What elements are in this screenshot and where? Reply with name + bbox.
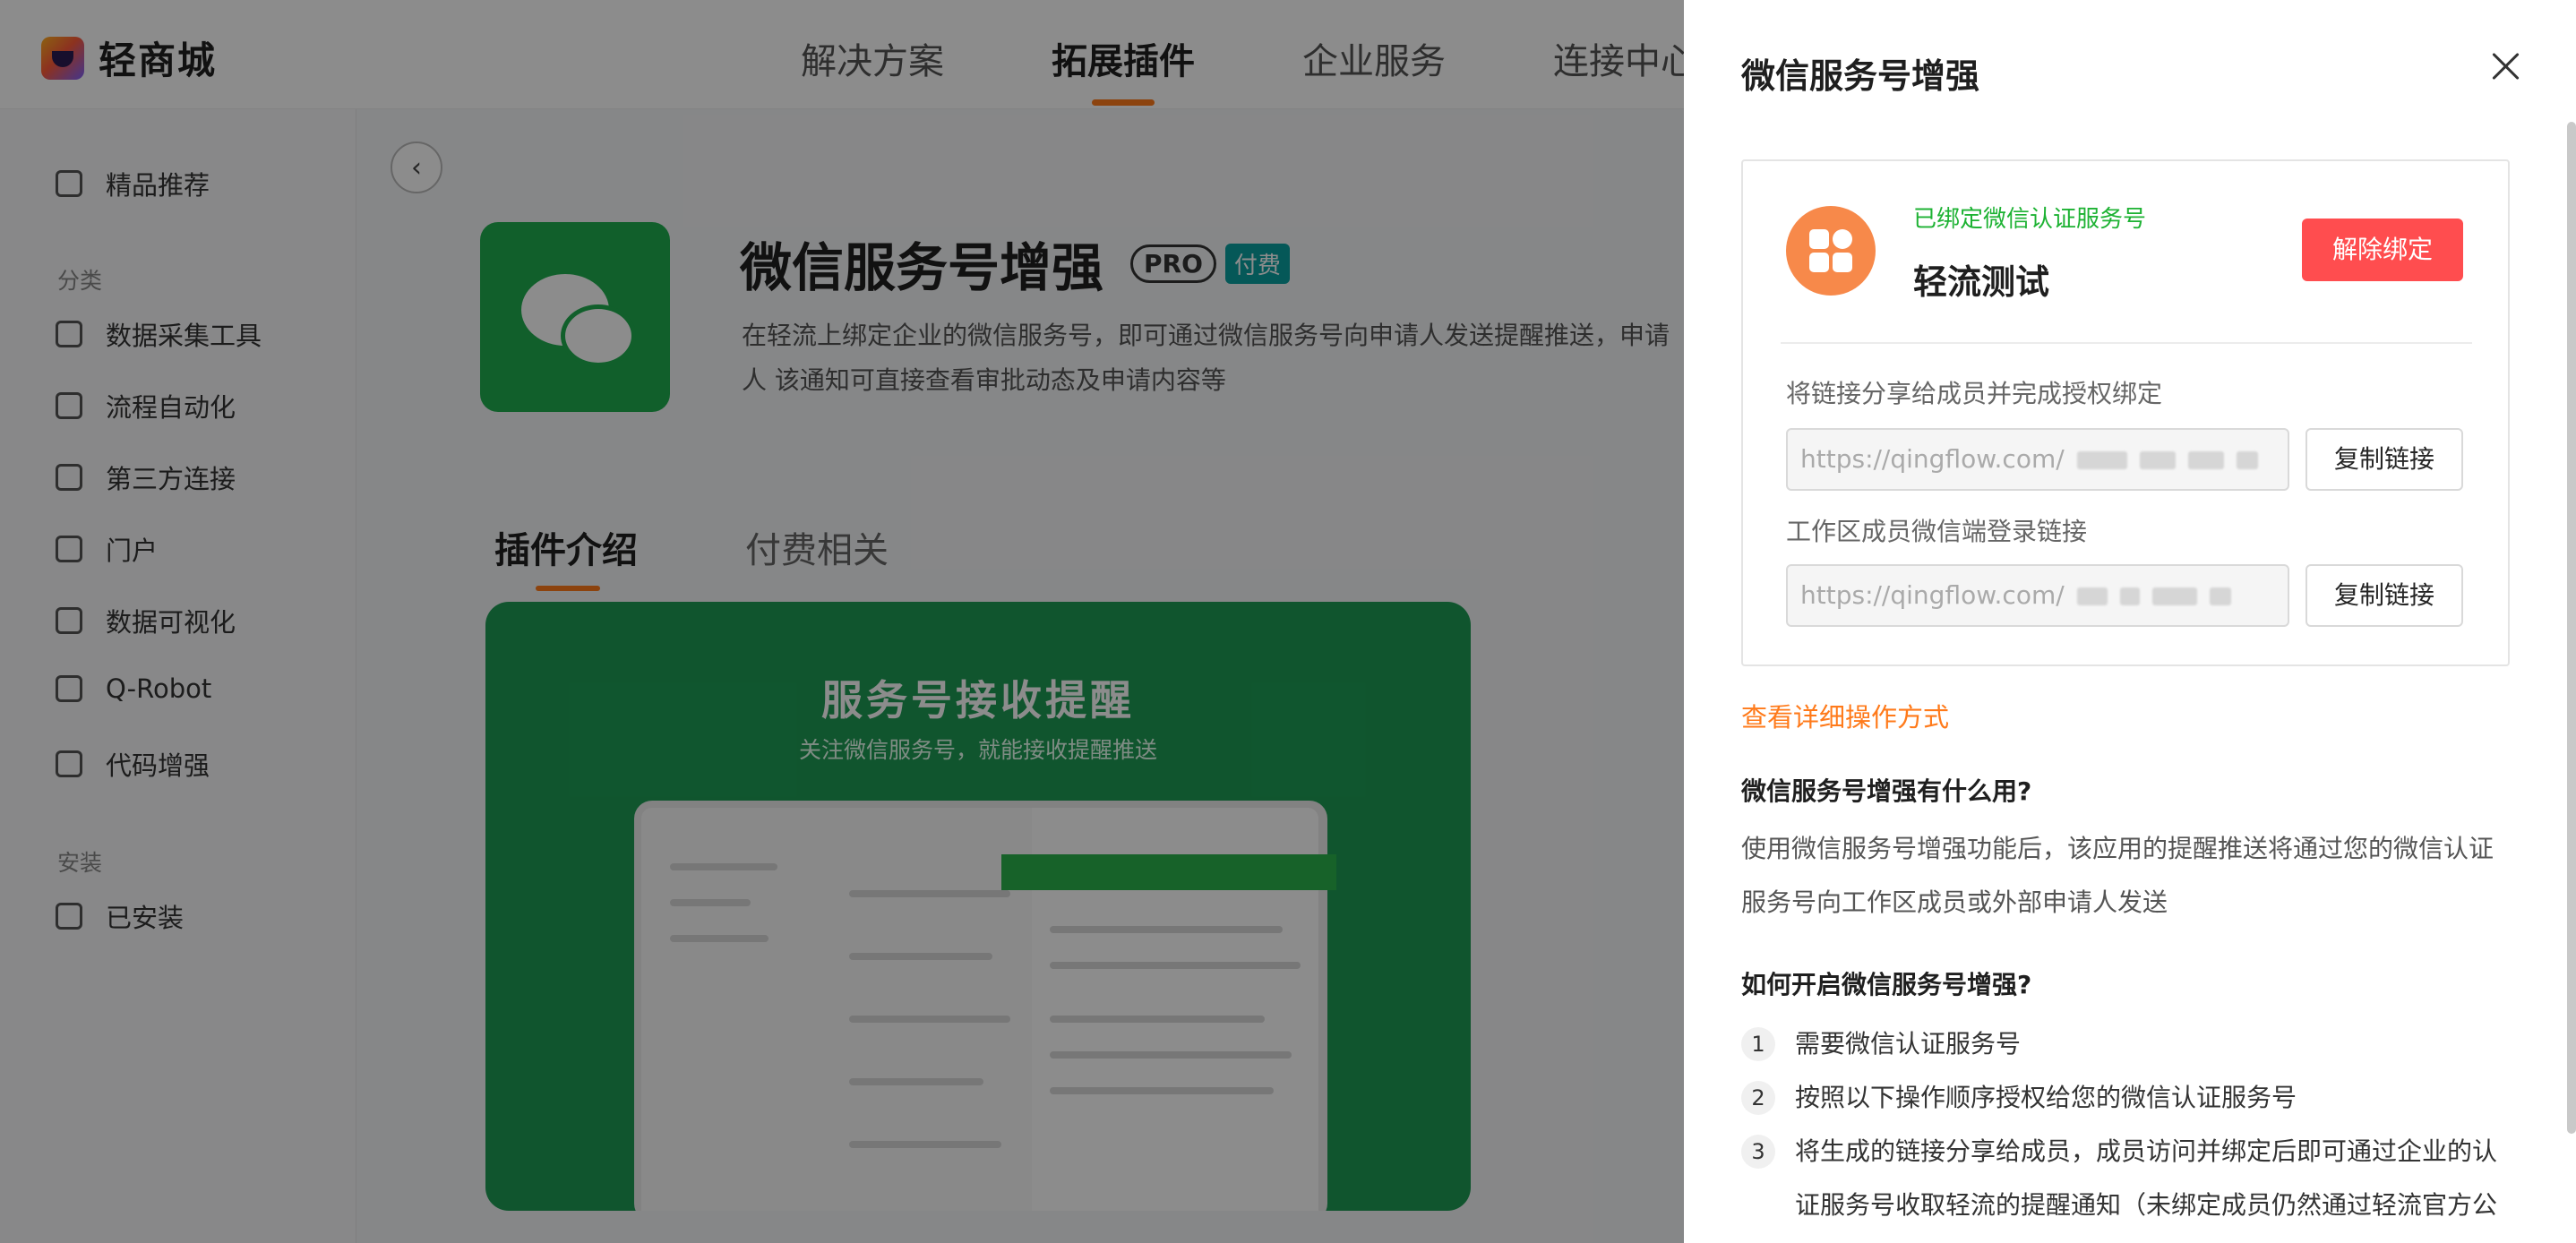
account-avatar [1786,206,1876,296]
share-link-value: https://qingflow.com/ [1800,444,2065,474]
step-text: 需要微信认证服务号 [1795,1029,2022,1059]
detail-instructions-link[interactable]: 查看详细操作方式 [1741,697,1949,734]
member-login-link-input[interactable]: https://qingflow.com/ [1786,564,2289,627]
share-link-label: 将链接分享给成员并完成授权绑定 [1786,379,2163,408]
step-item: 1 需要微信认证服务号 [1741,1017,2529,1071]
faq-question-enable: 如何开启微信服务号增强? [1741,970,2032,999]
step-number: 1 [1741,1027,1775,1061]
faq-question-usage: 微信服务号增强有什么用? [1741,776,2032,806]
binding-card: 已绑定微信认证服务号 轻流测试 解除绑定 将链接分享给成员并完成授权绑定 htt… [1741,159,2510,666]
step-item: 2 按照以下操作顺序授权给您的微信认证服务号 [1741,1071,2529,1125]
copy-share-link-button[interactable]: 复制链接 [2306,428,2463,491]
unbind-button[interactable]: 解除绑定 [2302,219,2463,281]
drawer-title: 微信服务号增强 [1741,56,1980,96]
close-icon[interactable] [2486,47,2526,86]
step-text: 将生成的链接分享给成员，成员访问并绑定后即可通过企业的认证服务号收取轻流的提醒通… [1795,1136,2498,1220]
step-item: 3 将生成的链接分享给成员，成员访问并绑定后即可通过企业的认证服务号收取轻流的提… [1741,1125,2512,1232]
drawer-scrollbar[interactable] [2567,122,2576,1134]
divider [1781,342,2472,344]
modal-overlay[interactable] [0,0,1684,1243]
bind-status: 已绑定微信认证服务号 [1913,206,2147,233]
member-login-link-value: https://qingflow.com/ [1800,580,2065,610]
member-login-label: 工作区成员微信端登录链接 [1786,517,2088,546]
step-number: 2 [1741,1081,1775,1115]
step-text: 按照以下操作顺序授权给您的微信认证服务号 [1795,1083,2297,1112]
share-link-input[interactable]: https://qingflow.com/ [1786,428,2289,491]
plugin-drawer: 微信服务号增强 已绑定微信认证服务号 轻流测试 解除绑定 将链接分享给成员并完成… [1684,0,2576,1243]
account-name: 轻流测试 [1913,262,2050,302]
faq-answer-usage: 使用微信服务号增强功能后，该应用的提醒推送将通过您的微信认证服务号向工作区成员或… [1741,834,2494,917]
copy-member-link-button[interactable]: 复制链接 [2306,564,2463,627]
step-number: 3 [1741,1135,1775,1169]
